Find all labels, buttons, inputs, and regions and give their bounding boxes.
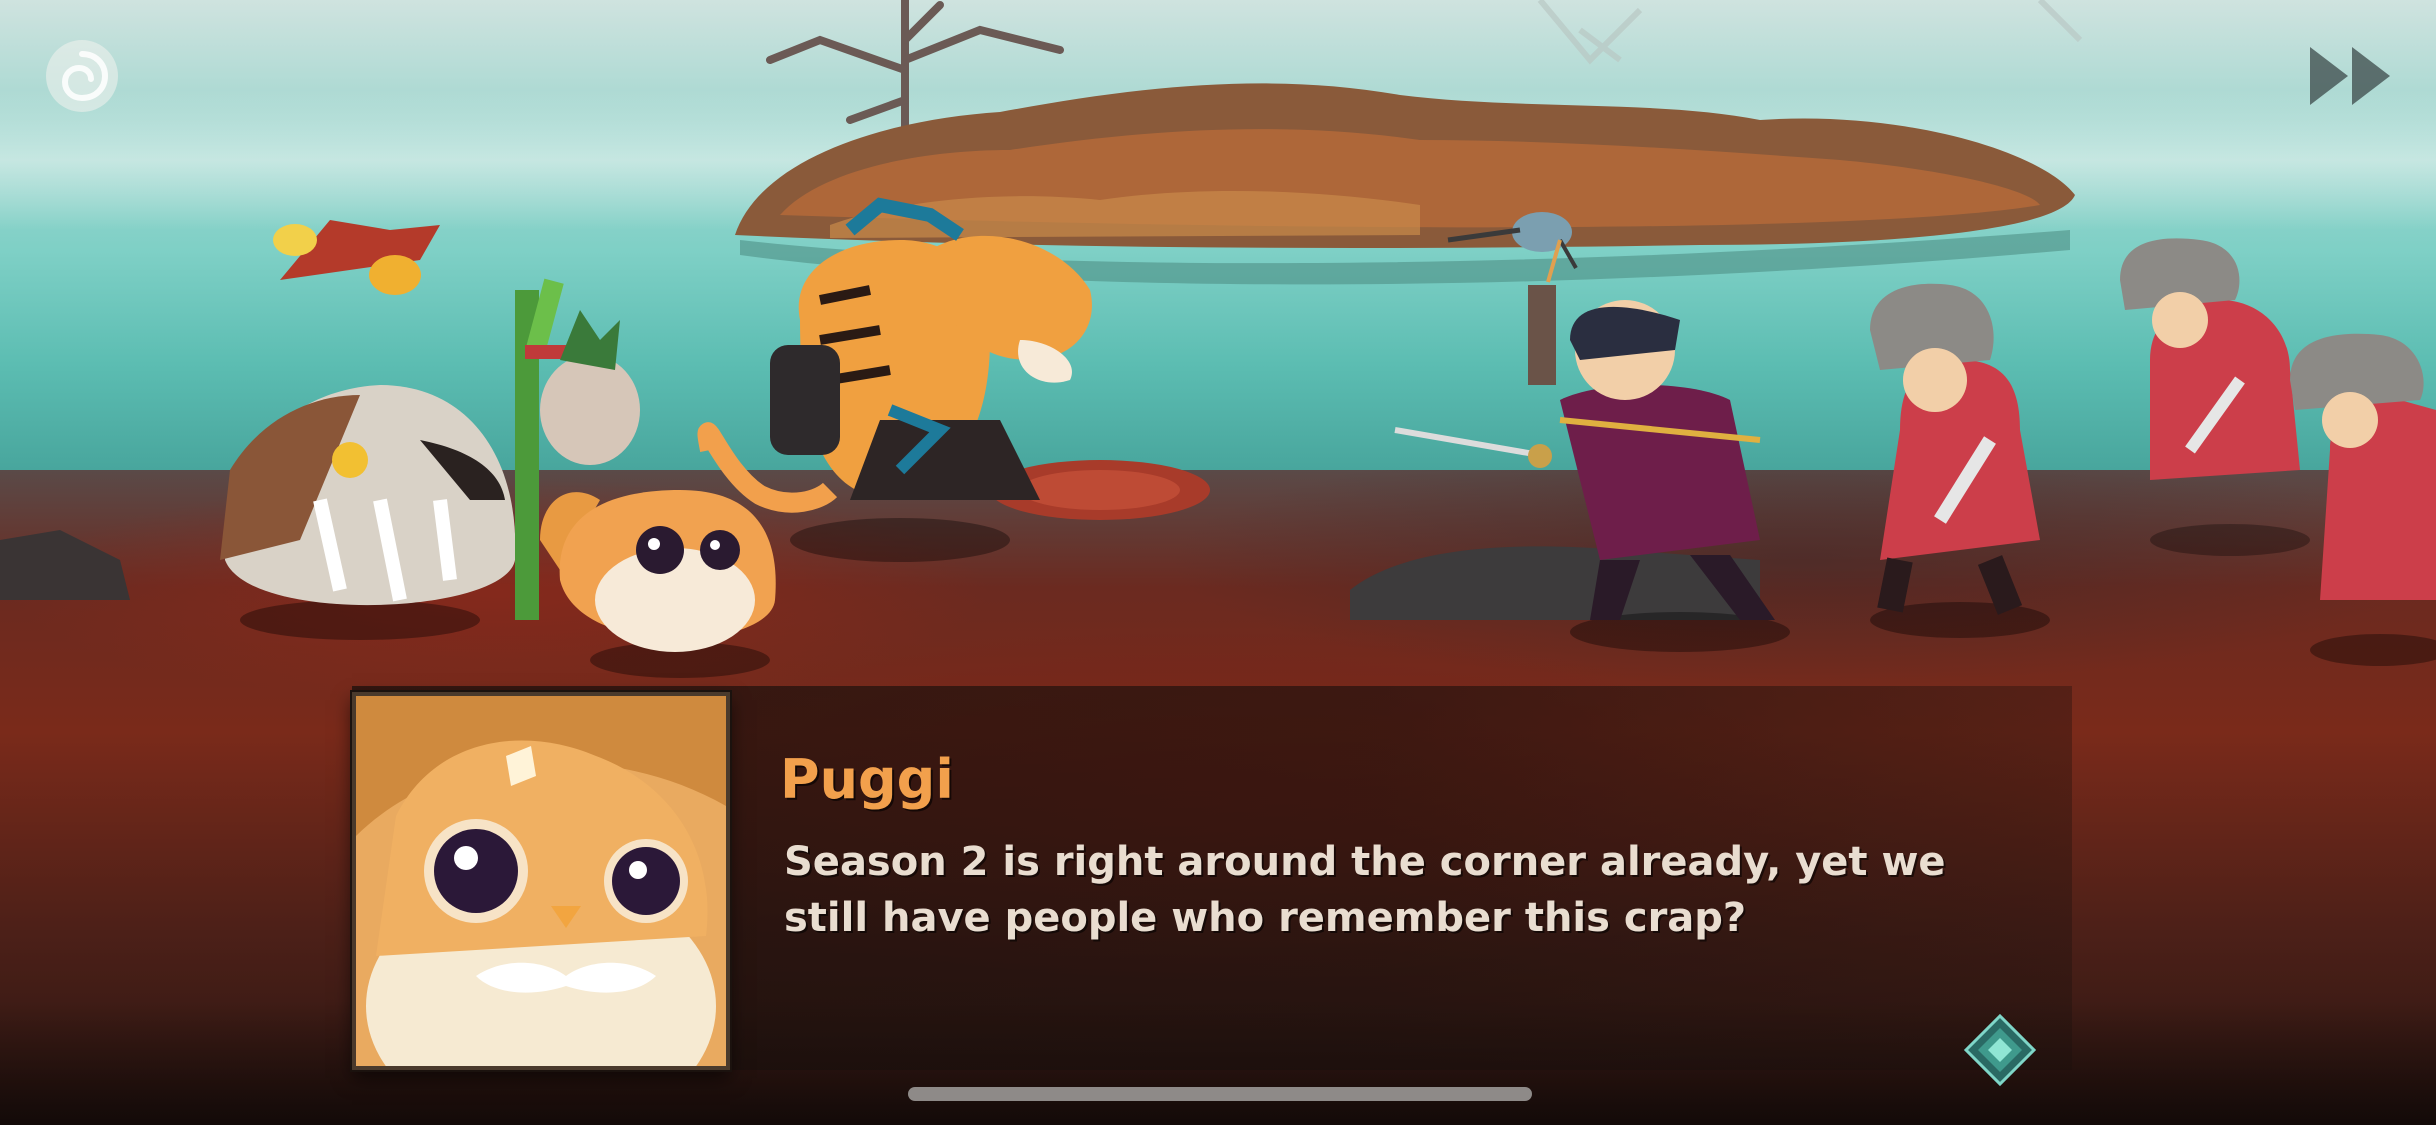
dialogue-line-2: still have people who remember this crap…	[784, 895, 1747, 941]
advance-dialogue-button[interactable]	[1962, 1012, 2038, 1088]
menu-button[interactable]	[34, 34, 130, 118]
skip-button[interactable]	[2296, 36, 2408, 116]
home-indicator[interactable]	[908, 1087, 1532, 1101]
distant-branches	[1537, 0, 2083, 65]
soldier-enemy-2	[2120, 238, 2310, 556]
speaker-name: Puggi	[780, 748, 954, 811]
soldier-enemy-1	[1870, 283, 2050, 638]
dialogue-text: Season 2 is right around the corner alre…	[784, 834, 1984, 946]
radish-sack	[540, 310, 640, 465]
birds-with-hat	[273, 220, 440, 295]
puggi-portrait-image	[356, 696, 726, 1066]
rock-left	[0, 530, 130, 600]
moon-swirl-menu-icon	[46, 40, 118, 112]
game-screen[interactable]: Puggi Season 2 is right around the corne…	[0, 0, 2436, 1125]
puggi-owl-ally	[540, 490, 776, 678]
speaker-portrait	[352, 692, 730, 1070]
sage-bird-ally	[220, 385, 516, 640]
fast-forward-icon	[2310, 47, 2390, 105]
diamond-advance-icon	[1963, 1013, 2037, 1087]
dialogue-line-1: Season 2 is right around the corner alre…	[784, 839, 1946, 885]
soldier-enemy-3	[2290, 333, 2436, 666]
